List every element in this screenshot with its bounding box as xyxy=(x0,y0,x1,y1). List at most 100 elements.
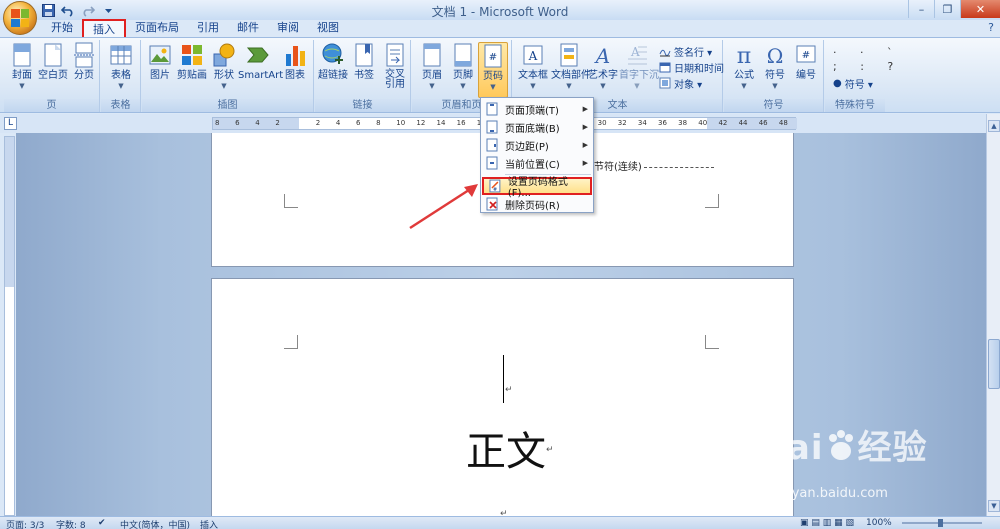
hyperlink-label: 超链接 xyxy=(318,70,348,81)
blank-page-button[interactable]: 空白页 xyxy=(37,42,69,98)
cover-page-button[interactable]: 封面 ▼ xyxy=(6,42,38,98)
dropdown-arrow-icon: ▼ xyxy=(460,82,466,90)
page-break-button[interactable]: 分页 xyxy=(68,42,100,98)
special-symbols-grid[interactable]: · · `; : ? xyxy=(833,46,903,74)
bullet-icon: ● xyxy=(833,77,842,89)
close-button[interactable]: ✕ xyxy=(960,0,1000,18)
ruler-tick: 14 xyxy=(436,119,446,127)
bookmark-button[interactable]: 书签 xyxy=(348,42,380,98)
wordart-button[interactable]: A 艺术字 ▼ xyxy=(587,42,619,98)
picture-icon xyxy=(149,45,171,65)
text-box-label: 文本框 xyxy=(518,70,548,81)
calendar-icon xyxy=(659,62,671,73)
vertical-scrollbar[interactable]: ▲ ▼ xyxy=(986,114,1000,516)
date-time-button[interactable]: 日期和时间 xyxy=(659,59,724,75)
watermark-brand-text2: 经验 xyxy=(857,428,928,468)
undo-icon[interactable] xyxy=(60,2,76,18)
chart-button[interactable]: 图表 xyxy=(279,42,311,98)
view-buttons[interactable]: ▣ ▤ ▥ ▦ ▧ xyxy=(800,518,854,528)
ruler-tick: 8 xyxy=(376,119,381,127)
menu-item-page-margins[interactable]: 页边距(P) ▶ xyxy=(481,136,593,154)
menu-item-top-of-page[interactable]: 页面顶端(T) ▶ xyxy=(481,100,593,118)
tab-home[interactable]: 开始 xyxy=(42,19,82,37)
status-zoom[interactable]: 100% xyxy=(866,518,892,528)
svg-text:A: A xyxy=(594,44,610,68)
table-icon xyxy=(110,45,132,65)
ruler-tick: 42 xyxy=(718,119,728,127)
save-icon[interactable] xyxy=(40,2,56,18)
restore-button[interactable]: ❐ xyxy=(934,0,960,18)
office-button[interactable] xyxy=(3,1,37,35)
status-language[interactable]: 中文(简体，中国) xyxy=(120,518,190,529)
menu-item-bottom-of-page[interactable]: 页面底端(B) ▶ xyxy=(481,118,593,136)
dropdown-arrow-icon: ▼ xyxy=(221,82,227,90)
ruler-tick: 16 xyxy=(456,119,466,127)
help-icon[interactable]: ? xyxy=(988,21,994,34)
dropdown-arrow-icon: ▼ xyxy=(772,82,778,90)
menu-item-remove-page-numbers[interactable]: 删除页码(R) xyxy=(481,195,593,213)
tab-page-layout[interactable]: 页面布局 xyxy=(126,19,188,37)
body-text[interactable]: 正文 xyxy=(466,419,546,477)
group-label-links: 链接 xyxy=(315,99,410,112)
shapes-icon xyxy=(213,43,235,67)
status-insert-mode[interactable]: 插入 xyxy=(200,518,218,529)
drop-cap-icon: A xyxy=(628,45,647,65)
drop-cap-button[interactable]: A 首字下沉 ▼ xyxy=(619,42,659,98)
smartart-button[interactable]: SmartArt xyxy=(238,42,283,98)
paragraph-mark: ↵ xyxy=(500,509,508,516)
ruler-tick: 2 xyxy=(275,119,280,127)
customize-icon[interactable] xyxy=(100,2,116,18)
tab-view[interactable]: 视图 xyxy=(308,19,348,37)
equation-button[interactable]: π 公式 ▼ xyxy=(728,42,760,98)
group-label-tables: 表格 xyxy=(101,99,140,112)
symbol-button[interactable]: Ω 符号 ▼ xyxy=(759,42,791,98)
status-page[interactable]: 页面: 3/3 xyxy=(6,518,44,529)
shapes-button[interactable]: 形状 ▼ xyxy=(208,42,240,98)
picture-button[interactable]: 图片 xyxy=(144,42,176,98)
text-box-button[interactable]: A 文本框 ▼ xyxy=(517,42,549,98)
object-button[interactable]: 对象 ▾ xyxy=(659,75,702,91)
footer-label: 页脚 xyxy=(453,70,473,81)
picture-label: 图片 xyxy=(150,70,170,81)
scroll-thumb[interactable] xyxy=(988,339,1000,389)
proofing-icon[interactable]: ✔ xyxy=(98,518,106,528)
document-page-current[interactable]: ↵ 正文 ↵ ↵ xyxy=(211,278,794,516)
tab-selector-icon[interactable]: L xyxy=(4,117,17,130)
signature-line-button[interactable]: 签名行 ▾ xyxy=(659,43,712,59)
table-button[interactable]: 表格 ▼ xyxy=(105,42,137,98)
scroll-up-icon[interactable]: ▲ xyxy=(988,120,1000,132)
footer-button[interactable]: 页脚 ▼ xyxy=(447,42,479,98)
clip-art-button[interactable]: 剪贴画 xyxy=(176,42,208,98)
drop-cap-label: 首字下沉 xyxy=(619,70,659,81)
ruler-tick: 4 xyxy=(335,119,341,127)
cover-page-label: 封面 xyxy=(12,70,32,81)
ruler-tick: 40 xyxy=(698,119,708,127)
equation-label: 公式 xyxy=(734,70,754,81)
group-label-pages: 页 xyxy=(4,99,99,112)
minimize-button[interactable]: – xyxy=(908,0,934,18)
quick-parts-button[interactable]: 文档部件 ▼ xyxy=(551,42,591,98)
quick-access-toolbar xyxy=(40,2,116,18)
vertical-ruler[interactable] xyxy=(4,136,15,516)
numbering-button[interactable]: # 编号 xyxy=(790,42,822,98)
zoom-slider-knob[interactable] xyxy=(938,519,943,527)
tab-review[interactable]: 审阅 xyxy=(268,19,308,37)
special-symbol-dropdown[interactable]: ● 符号 ▾ xyxy=(833,75,873,91)
chart-label: 图表 xyxy=(285,70,305,81)
hyperlink-button[interactable]: 超链接 xyxy=(317,42,349,98)
ruler-tick: 12 xyxy=(416,119,426,127)
cross-reference-button[interactable]: 交叉 引用 xyxy=(379,42,411,98)
ruler-tick: 46 xyxy=(758,119,768,127)
tab-insert[interactable]: 插入 xyxy=(82,19,126,37)
status-word-count[interactable]: 字数: 8 xyxy=(56,518,86,529)
header-button[interactable]: 页眉 ▼ xyxy=(416,42,448,98)
tab-references[interactable]: 引用 xyxy=(188,19,228,37)
redo-icon[interactable] xyxy=(80,2,96,18)
numbering-icon: # xyxy=(796,45,816,63)
paragraph-mark: ↵ xyxy=(546,445,554,455)
menu-item-current-position[interactable]: 当前位置(C) ▶ xyxy=(481,154,593,172)
tab-mailings[interactable]: 邮件 xyxy=(228,19,268,37)
scroll-down-icon[interactable]: ▼ xyxy=(988,500,1000,512)
page-number-button[interactable]: # 页码 ▼ xyxy=(478,42,508,98)
menu-item-format-page-numbers[interactable]: # 设置页码格式(F)... xyxy=(482,177,592,199)
